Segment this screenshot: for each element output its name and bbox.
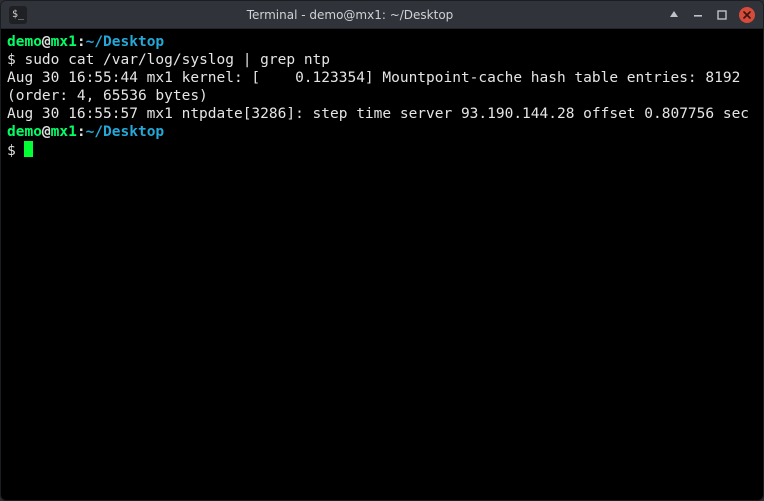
command-line-1: $ sudo cat /var/log/syslog | grep ntp — [7, 51, 757, 69]
close-icon[interactable] — [739, 7, 755, 23]
output-line-1: Aug 30 16:55:44 mx1 kernel: [ 0.123354] … — [7, 69, 757, 105]
prompt-user: demo — [7, 124, 42, 140]
terminal-icon: $_ — [9, 6, 27, 24]
keep-above-icon[interactable] — [667, 8, 681, 22]
maximize-icon[interactable] — [715, 8, 729, 22]
window-controls — [667, 7, 755, 23]
prompt-path: ~/Desktop — [86, 34, 165, 50]
output-line-2: Aug 30 16:55:57 mx1 ntpdate[3286]: step … — [7, 105, 757, 123]
prompt-symbol: $ — [7, 52, 24, 68]
prompt-symbol: $ — [7, 143, 24, 159]
terminal-body[interactable]: demo@mx1:~/Desktop$ sudo cat /var/log/sy… — [1, 29, 763, 500]
prompt-line-3: $ — [7, 141, 757, 160]
prompt-host: mx1 — [51, 34, 77, 50]
window-title: Terminal - demo@mx1: ~/Desktop — [33, 8, 667, 22]
prompt-at: @ — [42, 34, 51, 50]
prompt-path: ~/Desktop — [86, 124, 165, 140]
terminal-icon-glyph: $_ — [12, 9, 24, 20]
prompt-colon: : — [77, 34, 86, 50]
command-text: sudo cat /var/log/syslog | grep ntp — [24, 52, 330, 68]
prompt-colon: : — [77, 124, 86, 140]
prompt-line-2: demo@mx1:~/Desktop — [7, 123, 757, 141]
prompt-line-1: demo@mx1:~/Desktop — [7, 33, 757, 51]
terminal-window: $_ Terminal - demo@mx1: ~/Desktop demo@m… — [0, 0, 764, 501]
titlebar[interactable]: $_ Terminal - demo@mx1: ~/Desktop — [1, 1, 763, 29]
minimize-icon[interactable] — [691, 8, 705, 22]
cursor — [24, 141, 33, 157]
prompt-user: demo — [7, 34, 42, 50]
prompt-at: @ — [42, 124, 51, 140]
prompt-host: mx1 — [51, 124, 77, 140]
